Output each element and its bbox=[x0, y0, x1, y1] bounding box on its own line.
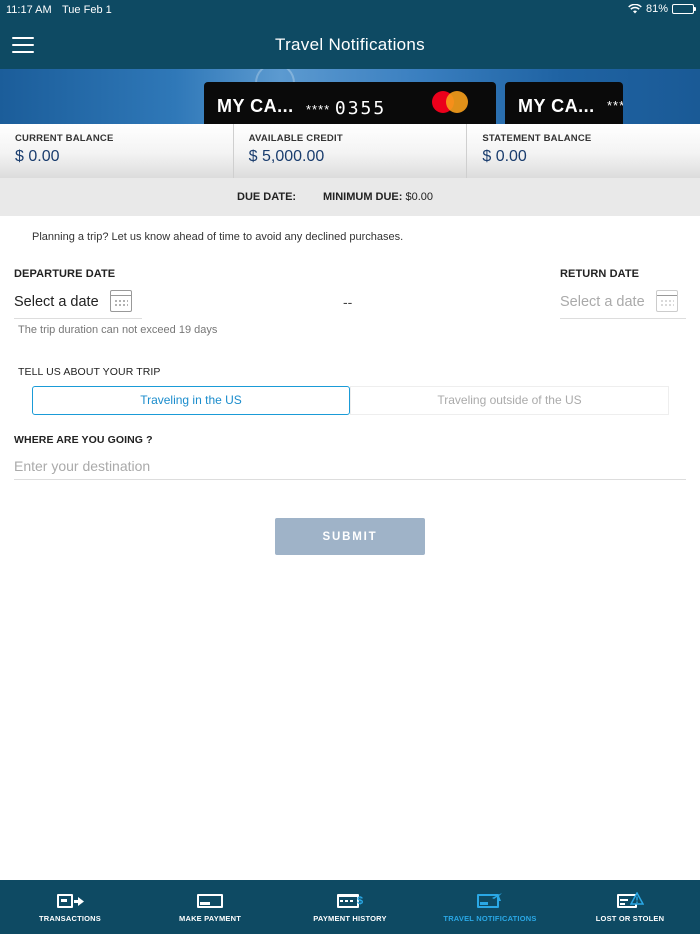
statement-balance-value: $ 0.00 bbox=[482, 148, 527, 165]
current-balance-value: $ 0.00 bbox=[15, 148, 60, 165]
balance-summary: CURRENT BALANCE $ 0.00 AVAILABLE CREDIT … bbox=[0, 124, 700, 178]
battery-percent: 81% bbox=[645, 3, 668, 15]
payment-history-icon: $ bbox=[337, 894, 363, 910]
card-number: **** 0355 bbox=[306, 98, 387, 119]
status-right: 81% bbox=[628, 3, 696, 15]
card-warning-icon bbox=[617, 892, 644, 910]
available-credit: AVAILABLE CREDIT $ 5,000.00 bbox=[234, 124, 468, 178]
mastercard-logo-icon bbox=[432, 91, 470, 113]
current-balance: CURRENT BALANCE $ 0.00 bbox=[0, 124, 234, 178]
return-date-picker[interactable]: Select a date bbox=[560, 287, 686, 319]
trip-type-label: TELL US ABOUT YOUR TRIP bbox=[18, 366, 161, 378]
nav-payment-history[interactable]: $ PAYMENT HISTORY bbox=[280, 880, 420, 934]
nav-lost-or-stolen[interactable]: LOST OR STOLEN bbox=[560, 880, 700, 934]
credit-card-next[interactable]: MY CA... *** bbox=[505, 82, 623, 124]
minimum-due: MINIMUM DUE: $0.00 bbox=[323, 191, 433, 203]
app-header: 11:17 AM Tue Feb 1 81% Travel Notificati… bbox=[0, 0, 700, 69]
bottom-navigation: TRANSACTIONS MAKE PAYMENT $ PAYMENT HIST… bbox=[0, 880, 700, 934]
minimum-due-value: $0.00 bbox=[405, 191, 434, 203]
destination-input[interactable] bbox=[14, 452, 686, 480]
trip-option-outside-us[interactable]: Traveling outside of the US bbox=[350, 386, 669, 415]
date-separator: -- bbox=[343, 294, 353, 310]
minimum-due-label: MINIMUM DUE: bbox=[323, 191, 403, 203]
intro-text: Planning a trip? Let us know ahead of ti… bbox=[32, 231, 404, 243]
nav-label: PAYMENT HISTORY bbox=[313, 914, 387, 923]
calendar-icon[interactable] bbox=[110, 290, 132, 312]
current-balance-label: CURRENT BALANCE bbox=[15, 133, 114, 144]
travel-card-icon bbox=[477, 893, 503, 910]
status-time: 11:17 AM bbox=[6, 4, 52, 16]
nav-make-payment[interactable]: MAKE PAYMENT bbox=[140, 880, 280, 934]
statement-balance-label: STATEMENT BALANCE bbox=[482, 133, 592, 144]
card-payment-icon bbox=[197, 894, 223, 910]
departure-date-label: DEPARTURE DATE bbox=[14, 268, 116, 280]
transactions-icon bbox=[57, 894, 84, 910]
page-title: Travel Notifications bbox=[275, 35, 425, 54]
card-name: MY CA... bbox=[217, 96, 294, 116]
nav-label: TRANSACTIONS bbox=[39, 914, 101, 923]
statement-balance: STATEMENT BALANCE $ 0.00 bbox=[467, 124, 700, 178]
wifi-icon bbox=[628, 4, 642, 14]
credit-card-selected[interactable]: MY CA... **** 0355 bbox=[204, 82, 496, 124]
departure-date-picker[interactable]: Select a date bbox=[14, 287, 142, 319]
nav-travel-notifications[interactable]: TRAVEL NOTIFICATIONS bbox=[420, 880, 560, 934]
calendar-icon[interactable] bbox=[656, 290, 678, 312]
return-date-value: Select a date bbox=[560, 294, 645, 310]
available-credit-value: $ 5,000.00 bbox=[248, 148, 325, 165]
submit-button[interactable]: SUBMIT bbox=[275, 518, 425, 555]
nav-label: LOST OR STOLEN bbox=[595, 914, 665, 923]
nav-label: TRAVEL NOTIFICATIONS bbox=[443, 914, 537, 923]
due-date-label: DUE DATE: bbox=[237, 191, 297, 203]
card-number: *** bbox=[607, 98, 623, 113]
card-carousel[interactable]: MY CA... **** 0355 MY CA... *** bbox=[0, 69, 700, 124]
destination-label: WHERE ARE YOU GOING ? bbox=[14, 434, 153, 446]
available-credit-label: AVAILABLE CREDIT bbox=[248, 133, 343, 144]
nav-label: MAKE PAYMENT bbox=[179, 914, 241, 923]
status-bar: 11:17 AM Tue Feb 1 81% bbox=[0, 0, 700, 20]
trip-option-in-us[interactable]: Traveling in the US bbox=[32, 386, 350, 415]
return-date-label: RETURN DATE bbox=[560, 268, 640, 280]
departure-date-value: Select a date bbox=[14, 294, 99, 310]
nav-transactions[interactable]: TRANSACTIONS bbox=[0, 880, 140, 934]
battery-icon bbox=[672, 4, 696, 14]
due-info-bar: DUE DATE: MINIMUM DUE: $0.00 bbox=[0, 178, 700, 216]
duration-hint: The trip duration can not exceed 19 days bbox=[18, 324, 218, 336]
status-date: Tue Feb 1 bbox=[62, 4, 112, 16]
card-name: MY CA... bbox=[518, 96, 595, 116]
